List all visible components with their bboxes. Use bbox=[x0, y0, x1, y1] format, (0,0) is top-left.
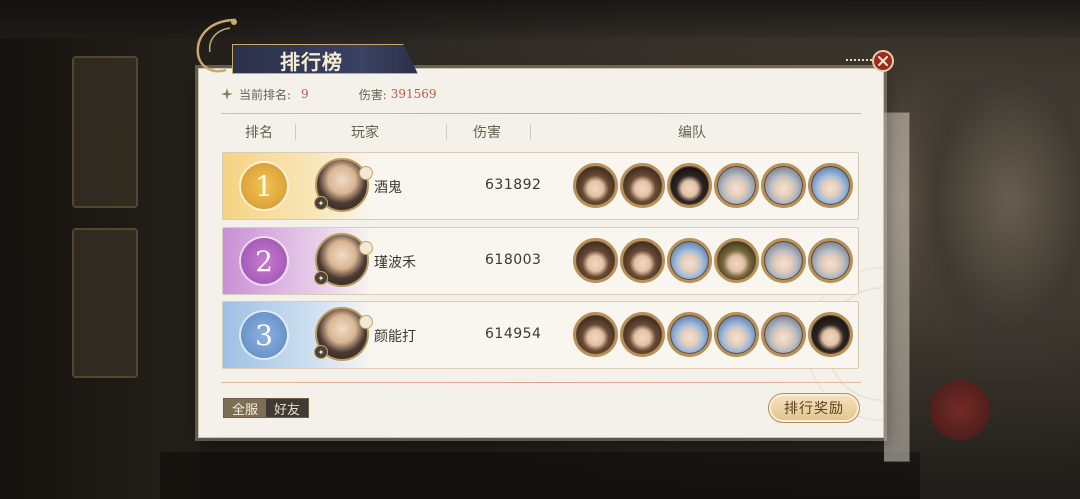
tab-all-server[interactable]: 全服 bbox=[224, 399, 266, 418]
tab-friends[interactable]: 好友 bbox=[266, 399, 308, 418]
table-row[interactable]: 3 ✦ 颜能打 614954 bbox=[222, 301, 859, 369]
player-damage: 618003 bbox=[485, 252, 542, 268]
table-row[interactable]: 2 ✦ 瑾波禾 618003 bbox=[222, 227, 859, 295]
header-damage: 伤害 bbox=[473, 125, 501, 141]
background-bottom-bar bbox=[160, 452, 920, 499]
server-filter-tabs: 全服 好友 bbox=[223, 398, 309, 418]
team-member-portrait[interactable] bbox=[667, 312, 712, 357]
table-row[interactable]: 1 ✦ 酒鬼 631892 bbox=[222, 152, 859, 220]
background-top-bar bbox=[0, 0, 1080, 38]
flower-icon bbox=[359, 241, 373, 255]
team-member-portrait[interactable] bbox=[808, 312, 853, 357]
page-title: 排行榜 bbox=[280, 50, 343, 74]
team-member-portrait[interactable] bbox=[573, 238, 618, 283]
team-lineup bbox=[573, 163, 854, 208]
damage-label: 伤害: bbox=[358, 87, 387, 102]
rank-reward-button[interactable]: 排行奖励 bbox=[768, 393, 860, 423]
team-member-portrait[interactable] bbox=[620, 312, 665, 357]
avatar[interactable]: ✦ bbox=[314, 307, 373, 361]
team-member-portrait[interactable] bbox=[573, 163, 618, 208]
header-separator bbox=[446, 124, 447, 140]
player-name: 瑾波禾 bbox=[374, 255, 416, 271]
header-separator bbox=[530, 124, 531, 140]
team-lineup bbox=[573, 238, 854, 283]
header-team: 编队 bbox=[678, 125, 706, 141]
player-name: 酒鬼 bbox=[374, 180, 402, 196]
header-separator bbox=[295, 124, 296, 140]
modal-back-sheet bbox=[884, 112, 910, 462]
player-name: 颜能打 bbox=[374, 329, 416, 345]
close-button[interactable] bbox=[872, 50, 894, 72]
damage-value: 391569 bbox=[390, 87, 437, 101]
team-member-portrait[interactable] bbox=[714, 312, 759, 357]
team-member-portrait[interactable] bbox=[667, 238, 712, 283]
team-member-portrait[interactable] bbox=[667, 163, 712, 208]
team-lineup bbox=[573, 312, 854, 357]
team-member-portrait[interactable] bbox=[714, 238, 759, 283]
compass-icon bbox=[221, 88, 233, 100]
avatar[interactable]: ✦ bbox=[314, 158, 373, 212]
player-damage: 614954 bbox=[485, 326, 542, 342]
background-tree bbox=[905, 80, 1080, 380]
team-member-portrait[interactable] bbox=[714, 163, 759, 208]
rank-medal: 2 bbox=[241, 238, 287, 284]
team-member-portrait[interactable] bbox=[761, 312, 806, 357]
rank-medal: 1 bbox=[241, 163, 287, 209]
background-seal bbox=[930, 380, 990, 440]
team-member-portrait[interactable] bbox=[808, 163, 853, 208]
flower-icon bbox=[359, 166, 373, 180]
table-header: 排名 玩家 伤害 编队 bbox=[221, 120, 861, 144]
header-rank: 排名 bbox=[245, 125, 273, 141]
badge-icon: ✦ bbox=[314, 345, 328, 359]
team-member-portrait[interactable] bbox=[573, 312, 618, 357]
player-damage: 631892 bbox=[485, 177, 542, 193]
background-card bbox=[72, 56, 138, 208]
close-icon bbox=[878, 56, 888, 66]
badge-icon: ✦ bbox=[314, 271, 328, 285]
my-rank-info: 当前排名: 9 伤害: 391569 bbox=[221, 84, 437, 104]
rank-medal: 3 bbox=[241, 312, 287, 358]
divider bbox=[221, 382, 861, 383]
current-rank-label: 当前排名: bbox=[239, 87, 292, 102]
close-divider bbox=[846, 59, 872, 61]
header-player: 玩家 bbox=[351, 125, 379, 141]
current-rank-value: 9 bbox=[301, 87, 309, 101]
background-card bbox=[72, 228, 138, 378]
team-member-portrait[interactable] bbox=[761, 163, 806, 208]
team-member-portrait[interactable] bbox=[808, 238, 853, 283]
team-member-portrait[interactable] bbox=[620, 238, 665, 283]
team-member-portrait[interactable] bbox=[761, 238, 806, 283]
team-member-portrait[interactable] bbox=[620, 163, 665, 208]
avatar[interactable]: ✦ bbox=[314, 233, 373, 287]
badge-icon: ✦ bbox=[314, 196, 328, 210]
divider bbox=[221, 113, 861, 114]
flower-icon bbox=[359, 315, 373, 329]
